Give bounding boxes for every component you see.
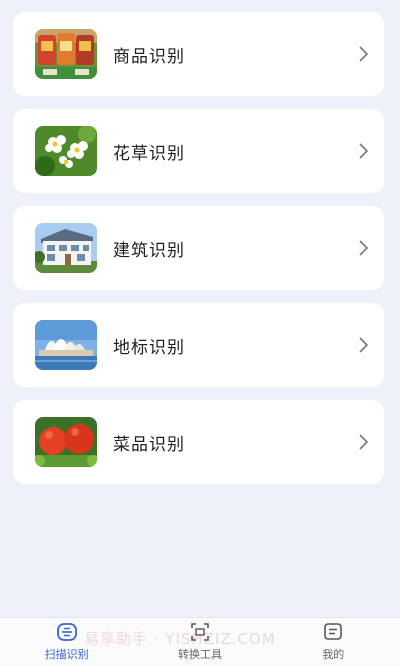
recognition-item-product[interactable]: 商品识别 — [13, 12, 384, 96]
flower-thumbnail — [35, 126, 97, 176]
tab-convert[interactable]: 转换工具 — [133, 618, 266, 666]
recognition-item-flower[interactable]: 花草识别 — [13, 109, 384, 193]
building-thumbnail — [35, 223, 97, 273]
tab-label: 转换工具 — [177, 648, 222, 661]
chevron-right-icon — [359, 337, 369, 353]
item-label: 商品识别 — [113, 46, 185, 67]
convert-icon — [191, 623, 209, 641]
dish-thumbnail — [35, 417, 97, 467]
item-label: 花草识别 — [113, 143, 185, 164]
chevron-right-icon — [359, 434, 369, 450]
scan-icon — [56, 623, 77, 641]
bottom-tab-bar: 扫描识别 转换工具 我的 — [0, 617, 400, 666]
tab-label: 扫描识别 — [44, 648, 89, 661]
item-label: 菜品识别 — [113, 434, 185, 455]
recognition-item-building[interactable]: 建筑识别 — [13, 206, 384, 290]
landmark-thumbnail — [35, 320, 97, 370]
chevron-right-icon — [359, 143, 369, 159]
profile-icon — [324, 623, 343, 640]
item-label: 建筑识别 — [113, 240, 185, 261]
tab-scan[interactable]: 扫描识别 — [0, 618, 133, 666]
tab-label: 我的 — [322, 648, 345, 661]
recognition-item-dish[interactable]: 菜品识别 — [13, 400, 384, 484]
recognition-item-landmark[interactable]: 地标识别 — [13, 303, 384, 387]
chevron-right-icon — [359, 46, 369, 62]
product-thumbnail — [35, 29, 97, 79]
item-label: 地标识别 — [113, 337, 185, 358]
chevron-right-icon — [359, 240, 369, 256]
tab-profile[interactable]: 我的 — [267, 618, 400, 666]
recognition-list: 商品识别 花草识别 建筑识别 地标识别 菜品识别 — [13, 12, 384, 497]
